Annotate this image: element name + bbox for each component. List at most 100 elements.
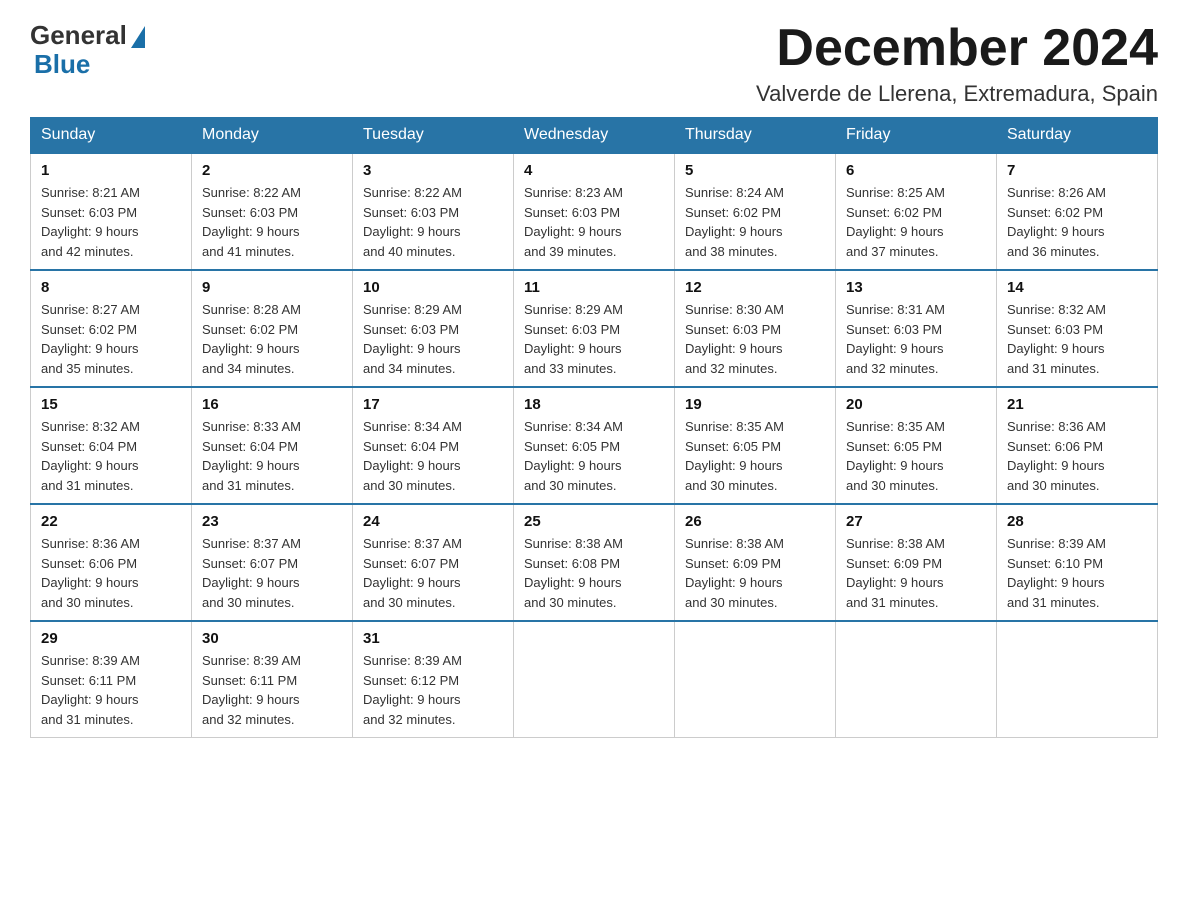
day-number: 11: [524, 279, 664, 296]
logo-triangle-icon: [131, 26, 145, 48]
calendar-cell: 18 Sunrise: 8:34 AMSunset: 6:05 PMDayligh…: [514, 387, 675, 504]
calendar-cell: 8 Sunrise: 8:27 AMSunset: 6:02 PMDaylight…: [31, 270, 192, 387]
day-number: 28: [1007, 513, 1147, 530]
calendar-cell: 4Sunrise: 8:23 AMSunset: 6:03 PMDaylight…: [514, 153, 675, 270]
day-info: Sunrise: 8:34 AMSunset: 6:05 PMDaylight:…: [524, 417, 664, 495]
calendar-cell: 2 Sunrise: 8:22 AMSunset: 6:03 PMDaylight…: [192, 153, 353, 270]
calendar-cell: 19Sunrise: 8:35 AMSunset: 6:05 PMDayligh…: [675, 387, 836, 504]
calendar-cell: 1 Sunrise: 8:21 AMSunset: 6:03 PMDaylight…: [31, 153, 192, 270]
day-number: 27: [846, 513, 986, 530]
calendar-cell: 26Sunrise: 8:38 AMSunset: 6:09 PMDayligh…: [675, 504, 836, 621]
calendar-cell: 23 Sunrise: 8:37 AMSunset: 6:07 PMDayligh…: [192, 504, 353, 621]
calendar-cell: [997, 621, 1158, 738]
location-title: Valverde de Llerena, Extremadura, Spain: [756, 81, 1158, 107]
title-section: December 2024 Valverde de Llerena, Extre…: [756, 20, 1158, 107]
calendar-cell: 13 Sunrise: 8:31 AMSunset: 6:03 PMDayligh…: [836, 270, 997, 387]
weekday-row: SundayMondayTuesdayWednesdayThursdayFrid…: [31, 118, 1158, 154]
day-info: Sunrise: 8:38 AMSunset: 6:09 PMDaylight:…: [685, 534, 825, 612]
day-info: Sunrise: 8:31 AMSunset: 6:03 PMDaylight:…: [846, 300, 986, 378]
day-number: 15: [41, 396, 181, 413]
calendar-cell: 30 Sunrise: 8:39 AMSunset: 6:11 PMDayligh…: [192, 621, 353, 738]
calendar-cell: 29Sunrise: 8:39 AMSunset: 6:11 PMDayligh…: [31, 621, 192, 738]
calendar-cell: [514, 621, 675, 738]
calendar-cell: 6 Sunrise: 8:25 AMSunset: 6:02 PMDaylight…: [836, 153, 997, 270]
month-title: December 2024: [756, 20, 1158, 77]
day-number: 13: [846, 279, 986, 296]
day-info: Sunrise: 8:22 AMSunset: 6:03 PMDaylight:…: [363, 183, 503, 261]
weekday-header-tuesday: Tuesday: [353, 118, 514, 154]
day-info: Sunrise: 8:21 AMSunset: 6:03 PMDaylight:…: [41, 183, 181, 261]
weekday-header-thursday: Thursday: [675, 118, 836, 154]
day-info: Sunrise: 8:39 AMSunset: 6:11 PMDaylight:…: [41, 651, 181, 729]
calendar-week-4: 22 Sunrise: 8:36 AMSunset: 6:06 PMDayligh…: [31, 504, 1158, 621]
day-info: Sunrise: 8:32 AMSunset: 6:03 PMDaylight:…: [1007, 300, 1147, 378]
day-info: Sunrise: 8:37 AMSunset: 6:07 PMDaylight:…: [202, 534, 342, 612]
day-number: 30: [202, 630, 342, 647]
day-info: Sunrise: 8:37 AMSunset: 6:07 PMDaylight:…: [363, 534, 503, 612]
calendar-cell: 28 Sunrise: 8:39 AMSunset: 6:10 PMDayligh…: [997, 504, 1158, 621]
calendar-week-3: 15 Sunrise: 8:32 AMSunset: 6:04 PMDayligh…: [31, 387, 1158, 504]
weekday-header-monday: Monday: [192, 118, 353, 154]
calendar-cell: 11Sunrise: 8:29 AMSunset: 6:03 PMDayligh…: [514, 270, 675, 387]
day-number: 17: [363, 396, 503, 413]
day-number: 1: [41, 162, 181, 179]
calendar-cell: 10 Sunrise: 8:29 AMSunset: 6:03 PMDayligh…: [353, 270, 514, 387]
calendar-cell: [836, 621, 997, 738]
day-info: Sunrise: 8:38 AMSunset: 6:09 PMDaylight:…: [846, 534, 986, 612]
calendar-week-5: 29Sunrise: 8:39 AMSunset: 6:11 PMDayligh…: [31, 621, 1158, 738]
calendar-cell: 15 Sunrise: 8:32 AMSunset: 6:04 PMDayligh…: [31, 387, 192, 504]
day-info: Sunrise: 8:36 AMSunset: 6:06 PMDaylight:…: [1007, 417, 1147, 495]
day-info: Sunrise: 8:39 AMSunset: 6:10 PMDaylight:…: [1007, 534, 1147, 612]
day-number: 9: [202, 279, 342, 296]
day-number: 12: [685, 279, 825, 296]
day-info: Sunrise: 8:34 AMSunset: 6:04 PMDaylight:…: [363, 417, 503, 495]
day-number: 18: [524, 396, 664, 413]
day-number: 21: [1007, 396, 1147, 413]
day-number: 14: [1007, 279, 1147, 296]
day-number: 19: [685, 396, 825, 413]
day-info: Sunrise: 8:39 AMSunset: 6:11 PMDaylight:…: [202, 651, 342, 729]
day-number: 25: [524, 513, 664, 530]
calendar-cell: 5Sunrise: 8:24 AMSunset: 6:02 PMDaylight…: [675, 153, 836, 270]
day-info: Sunrise: 8:35 AMSunset: 6:05 PMDaylight:…: [846, 417, 986, 495]
calendar-cell: 7 Sunrise: 8:26 AMSunset: 6:02 PMDaylight…: [997, 153, 1158, 270]
day-number: 20: [846, 396, 986, 413]
day-info: Sunrise: 8:32 AMSunset: 6:04 PMDaylight:…: [41, 417, 181, 495]
weekday-header-wednesday: Wednesday: [514, 118, 675, 154]
day-number: 5: [685, 162, 825, 179]
day-number: 23: [202, 513, 342, 530]
calendar-cell: 16Sunrise: 8:33 AMSunset: 6:04 PMDayligh…: [192, 387, 353, 504]
page-header: General Blue December 2024 Valverde de L…: [30, 20, 1158, 107]
day-info: Sunrise: 8:28 AMSunset: 6:02 PMDaylight:…: [202, 300, 342, 378]
day-number: 3: [363, 162, 503, 179]
calendar-cell: 9 Sunrise: 8:28 AMSunset: 6:02 PMDaylight…: [192, 270, 353, 387]
day-info: Sunrise: 8:39 AMSunset: 6:12 PMDaylight:…: [363, 651, 503, 729]
day-info: Sunrise: 8:36 AMSunset: 6:06 PMDaylight:…: [41, 534, 181, 612]
day-number: 4: [524, 162, 664, 179]
day-number: 10: [363, 279, 503, 296]
day-number: 6: [846, 162, 986, 179]
logo-general-text: General: [30, 20, 127, 51]
calendar-cell: 31 Sunrise: 8:39 AMSunset: 6:12 PMDayligh…: [353, 621, 514, 738]
calendar-cell: 27 Sunrise: 8:38 AMSunset: 6:09 PMDayligh…: [836, 504, 997, 621]
day-info: Sunrise: 8:25 AMSunset: 6:02 PMDaylight:…: [846, 183, 986, 261]
day-number: 22: [41, 513, 181, 530]
calendar-week-1: 1 Sunrise: 8:21 AMSunset: 6:03 PMDaylight…: [31, 153, 1158, 270]
day-number: 2: [202, 162, 342, 179]
day-info: Sunrise: 8:30 AMSunset: 6:03 PMDaylight:…: [685, 300, 825, 378]
day-number: 8: [41, 279, 181, 296]
day-info: Sunrise: 8:29 AMSunset: 6:03 PMDaylight:…: [363, 300, 503, 378]
logo-blue-text: Blue: [30, 49, 90, 80]
calendar-cell: 3 Sunrise: 8:22 AMSunset: 6:03 PMDaylight…: [353, 153, 514, 270]
calendar-week-2: 8 Sunrise: 8:27 AMSunset: 6:02 PMDaylight…: [31, 270, 1158, 387]
calendar-cell: 12 Sunrise: 8:30 AMSunset: 6:03 PMDayligh…: [675, 270, 836, 387]
day-info: Sunrise: 8:26 AMSunset: 6:02 PMDaylight:…: [1007, 183, 1147, 261]
calendar-cell: 20 Sunrise: 8:35 AMSunset: 6:05 PMDayligh…: [836, 387, 997, 504]
calendar-cell: 17 Sunrise: 8:34 AMSunset: 6:04 PMDayligh…: [353, 387, 514, 504]
calendar-table: SundayMondayTuesdayWednesdayThursdayFrid…: [30, 117, 1158, 738]
day-number: 31: [363, 630, 503, 647]
day-info: Sunrise: 8:22 AMSunset: 6:03 PMDaylight:…: [202, 183, 342, 261]
day-info: Sunrise: 8:27 AMSunset: 6:02 PMDaylight:…: [41, 300, 181, 378]
day-number: 7: [1007, 162, 1147, 179]
calendar-cell: 22 Sunrise: 8:36 AMSunset: 6:06 PMDayligh…: [31, 504, 192, 621]
